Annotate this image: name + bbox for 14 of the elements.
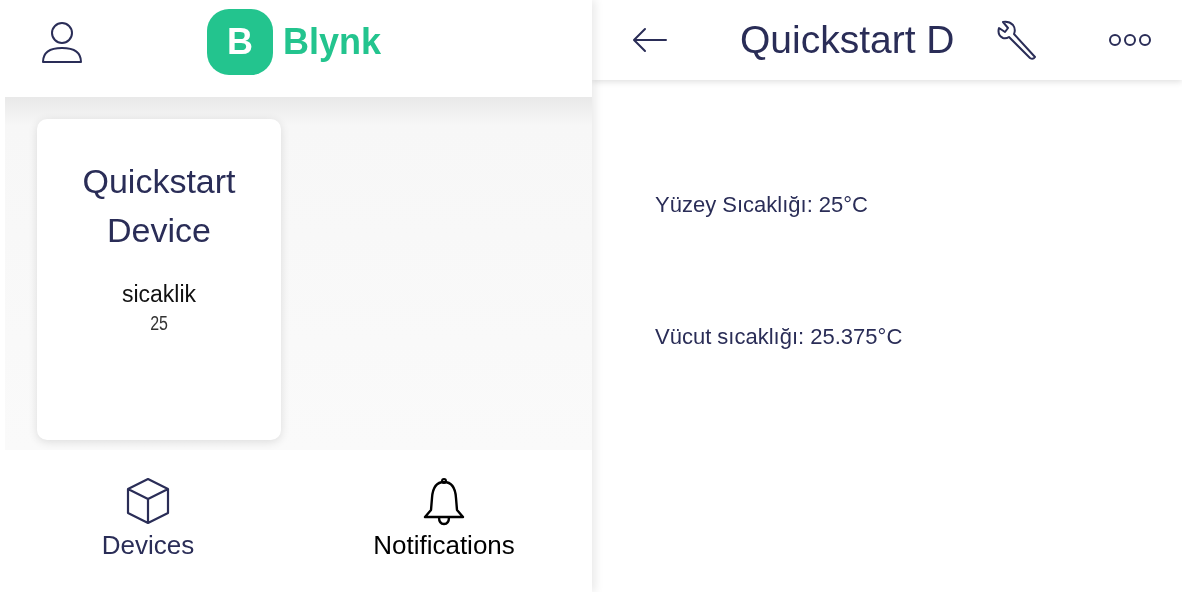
datastream-value: 25 <box>150 312 168 335</box>
reading-label: Yüzey Sıcaklığı: 25°C <box>655 192 869 218</box>
datastream-label: sicaklik <box>121 281 197 308</box>
nav-tab[interactable]: Notifications <box>296 450 592 592</box>
brand-name: Blynk <box>283 20 382 63</box>
device-name: Quickstart Device <box>81 161 237 251</box>
logo-mark: B <box>207 8 273 75</box>
reading-label: Vücut sıcaklığı: 25.375°C <box>655 324 904 350</box>
back-arrow-icon[interactable] <box>632 27 668 53</box>
screen-title: Quickstart D <box>740 18 955 62</box>
device-card[interactable]: Quickstart Device sicaklik 25 <box>37 119 281 440</box>
nav-tab[interactable]: Devices <box>0 450 296 592</box>
profile-icon[interactable] <box>41 21 83 64</box>
more-icon[interactable] <box>1108 33 1152 47</box>
